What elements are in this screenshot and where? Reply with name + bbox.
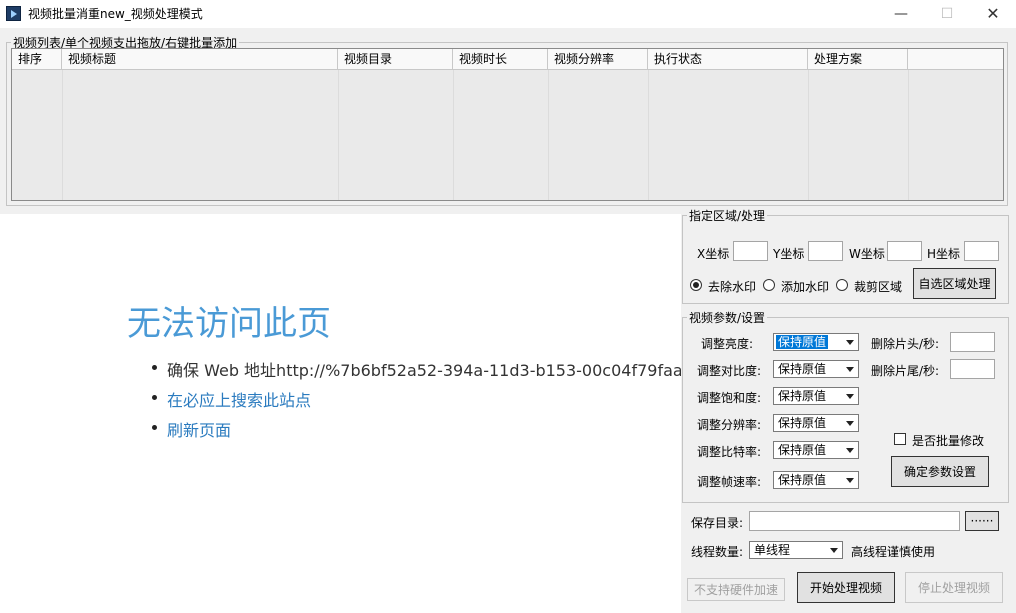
resolution-select[interactable]: 保持原值 <box>773 414 859 432</box>
minimize-button[interactable]: — <box>878 0 924 28</box>
saturation-label: 调整饱和度: <box>697 391 762 405</box>
start-processing-button[interactable]: 开始处理视频 <box>797 572 895 603</box>
trim-head-input[interactable] <box>950 332 995 352</box>
trim-tail-input[interactable] <box>950 359 995 379</box>
thread-value: 单线程 <box>754 543 791 557</box>
hw-accel-button[interactable]: 不支持硬件加速 <box>687 578 785 601</box>
save-dir-input[interactable] <box>749 511 960 531</box>
resolution-label: 调整分辨率: <box>697 418 762 432</box>
grid-divider <box>808 70 809 200</box>
grid-header: 排序 视频标题 视频目录 视频时长 视频分辨率 执行状态 处理方案 <box>12 49 1003 70</box>
error-suggestions: 确保 Web 地址http://%7b6bf52a52-394a-11d3-b1… <box>152 357 681 447</box>
maximize-button[interactable]: ☐ <box>924 0 970 28</box>
y-coord-input[interactable] <box>808 241 843 261</box>
batch-modify-checkbox[interactable] <box>894 433 906 445</box>
app-icon <box>6 6 21 21</box>
browse-button[interactable]: ······ <box>965 511 999 531</box>
window-title: 视频批量消重new_视频处理模式 <box>28 7 203 21</box>
grid-divider <box>908 70 909 200</box>
chevron-down-icon[interactable] <box>842 334 858 350</box>
x-coord-input[interactable] <box>733 241 768 261</box>
radio-remove-label[interactable]: 去除水印 <box>708 278 756 295</box>
stop-processing-button[interactable]: 停止处理视频 <box>905 572 1003 603</box>
embedded-browser: 无法访问此页 确保 Web 地址http://%7b6bf52a52-394a-… <box>0 214 681 613</box>
y-coord-label: Y坐标 <box>773 247 805 261</box>
suggestion-check-address: 确保 Web 地址http://%7b6bf52a52-394a-11d3-b1… <box>152 357 681 387</box>
confirm-params-button[interactable]: 确定参数设置 <box>891 456 989 487</box>
suggestion-refresh-link[interactable]: 刷新页面 <box>152 417 681 447</box>
bitrate-select[interactable]: 保持原值 <box>773 441 859 459</box>
brightness-value: 保持原值 <box>776 335 829 349</box>
thread-select[interactable]: 单线程 <box>749 541 843 559</box>
chevron-down-icon[interactable] <box>842 415 858 431</box>
grid-divider <box>453 70 454 200</box>
contrast-label: 调整对比度: <box>697 364 762 378</box>
batch-modify-label[interactable]: 是否批量修改 <box>912 432 984 449</box>
trim-head-label: 删除片头/秒: <box>871 337 940 351</box>
chevron-down-icon[interactable] <box>842 361 858 377</box>
error-title: 无法访问此页 <box>127 304 331 344</box>
col-duration[interactable]: 视频时长 <box>453 49 548 70</box>
grid-body <box>12 70 1003 200</box>
col-directory[interactable]: 视频目录 <box>338 49 453 70</box>
x-coord-label: X坐标 <box>697 247 730 261</box>
suggestion-search-link[interactable]: 在必应上搜索此站点 <box>152 387 681 417</box>
radio-add-label[interactable]: 添加水印 <box>781 278 829 295</box>
saturation-value: 保持原值 <box>778 389 827 403</box>
video-list-grid[interactable]: 排序 视频标题 视频目录 视频时长 视频分辨率 执行状态 处理方案 <box>11 48 1004 201</box>
w-coord-input[interactable] <box>887 241 922 261</box>
col-spare[interactable] <box>908 49 1003 70</box>
thread-hint: 高线程谨慎使用 <box>851 545 936 559</box>
chevron-down-icon[interactable] <box>842 442 858 458</box>
grid-divider <box>338 70 339 200</box>
h-coord-input[interactable] <box>964 241 999 261</box>
grid-divider <box>548 70 549 200</box>
col-scheme[interactable]: 处理方案 <box>808 49 908 70</box>
w-coord-label: W坐标 <box>849 247 885 261</box>
chevron-down-icon[interactable] <box>826 542 842 558</box>
close-button[interactable]: ✕ <box>970 0 1016 28</box>
h-coord-label: H坐标 <box>927 247 961 261</box>
brightness-label: 调整亮度: <box>701 337 754 351</box>
radio-add-watermark[interactable] <box>763 279 775 291</box>
grid-divider <box>648 70 649 200</box>
region-legend: 指定区域/处理 <box>689 209 766 223</box>
params-legend: 视频参数/设置 <box>689 311 766 325</box>
radio-crop-region[interactable] <box>836 279 848 291</box>
contrast-value: 保持原值 <box>778 362 827 376</box>
framerate-select[interactable]: 保持原值 <box>773 471 859 489</box>
framerate-value: 保持原值 <box>778 473 827 487</box>
save-dir-label: 保存目录: <box>691 516 744 530</box>
title-bar: 视频批量消重new_视频处理模式 — ☐ ✕ <box>0 0 1016 28</box>
col-status[interactable]: 执行状态 <box>648 49 808 70</box>
contrast-select[interactable]: 保持原值 <box>773 360 859 378</box>
trim-tail-label: 删除片尾/秒: <box>871 364 940 378</box>
grid-divider <box>62 70 63 200</box>
col-title[interactable]: 视频标题 <box>62 49 338 70</box>
thread-label: 线程数量: <box>691 545 744 559</box>
custom-region-button[interactable]: 自选区域处理 <box>913 268 996 299</box>
bitrate-value: 保持原值 <box>778 443 827 457</box>
brightness-select[interactable]: 保持原值 <box>773 333 859 351</box>
bitrate-label: 调整比特率: <box>697 445 762 459</box>
framerate-label: 调整帧速率: <box>697 475 762 489</box>
chevron-down-icon[interactable] <box>842 388 858 404</box>
radio-remove-watermark[interactable] <box>690 279 702 291</box>
resolution-value: 保持原值 <box>778 416 827 430</box>
chevron-down-icon[interactable] <box>842 472 858 488</box>
col-order[interactable]: 排序 <box>12 49 62 70</box>
col-resolution[interactable]: 视频分辨率 <box>548 49 648 70</box>
saturation-select[interactable]: 保持原值 <box>773 387 859 405</box>
radio-crop-label[interactable]: 裁剪区域 <box>854 278 902 295</box>
